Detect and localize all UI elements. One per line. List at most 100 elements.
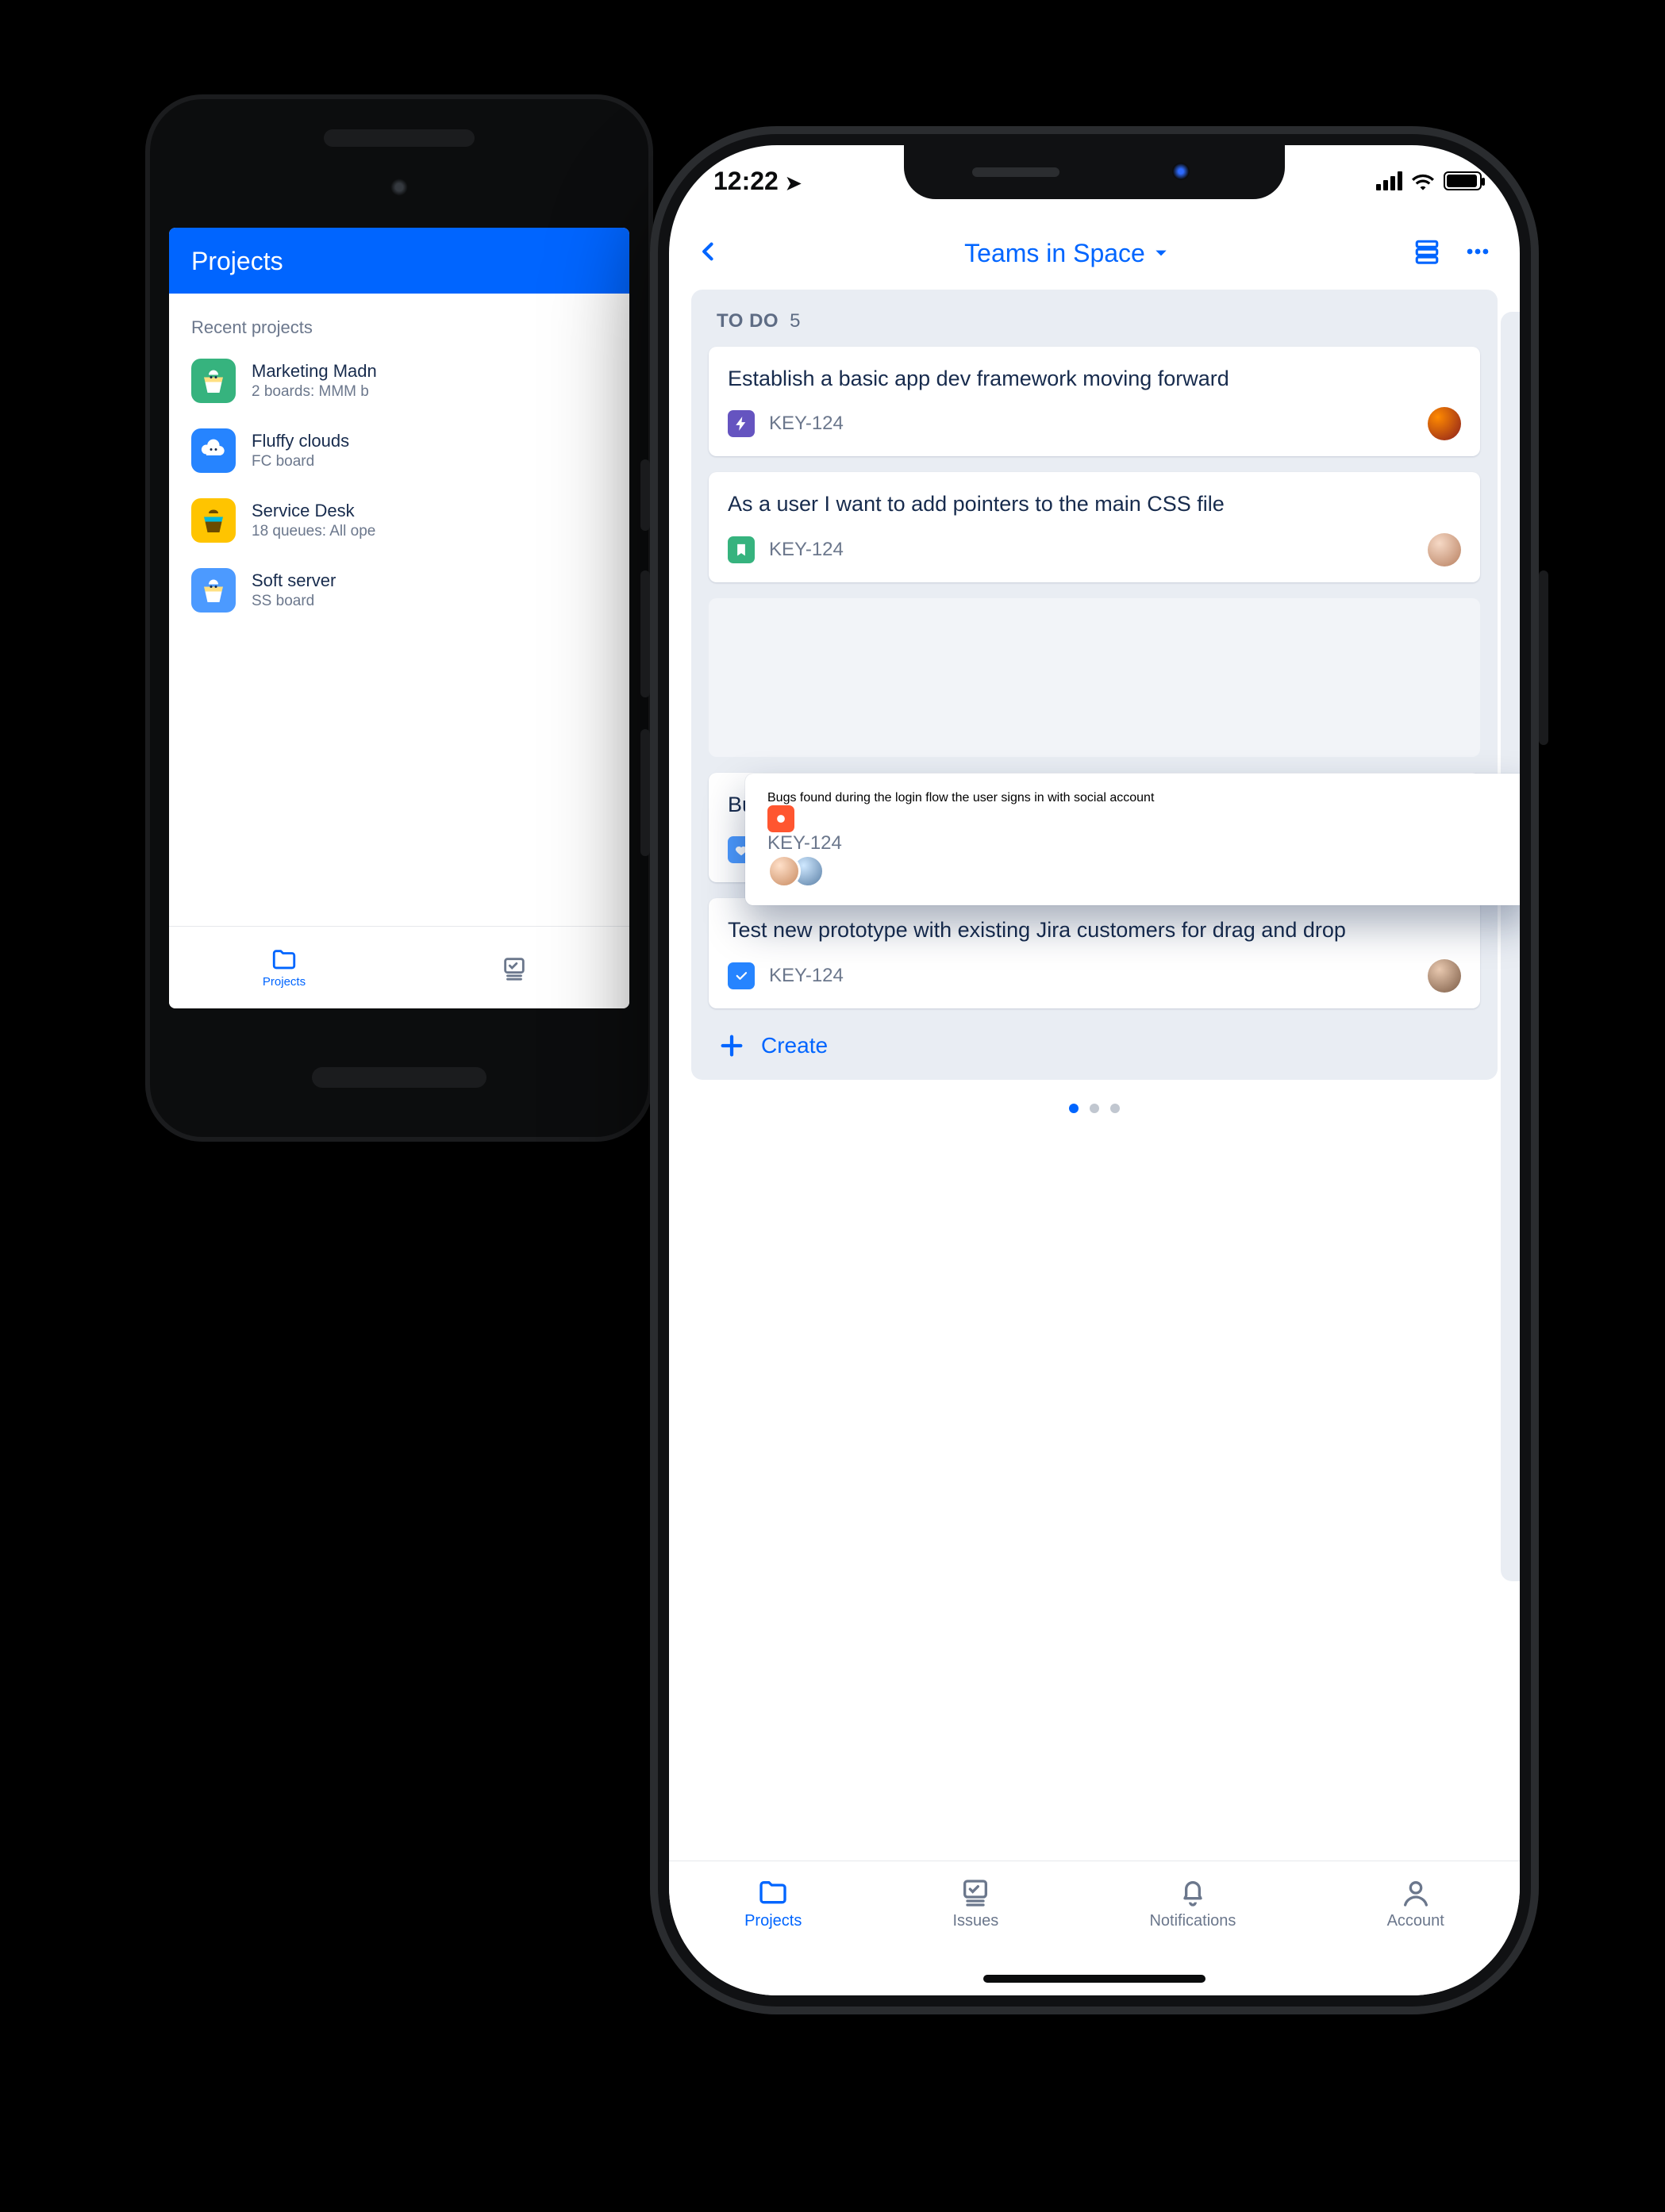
home-indicator[interactable] bbox=[983, 1975, 1205, 1983]
status-left: 12:22 ➤ bbox=[713, 167, 802, 196]
battery-icon bbox=[1444, 171, 1482, 190]
tab-issues[interactable]: Issues bbox=[953, 1877, 999, 1930]
issues-icon bbox=[959, 1877, 991, 1909]
iphone-screen: 12:22 ➤ Teams in Space bbox=[669, 145, 1520, 1995]
board-picker[interactable]: Teams in Space bbox=[964, 239, 1169, 268]
assignee-avatar bbox=[1428, 959, 1461, 993]
card-title: As a user I want to add pointers to the … bbox=[728, 490, 1461, 518]
more-button[interactable] bbox=[1464, 238, 1491, 269]
folder-icon bbox=[271, 947, 298, 974]
column-name: TO DO bbox=[717, 310, 779, 332]
project-subtitle: 2 boards: MMM b bbox=[252, 382, 377, 401]
project-subtitle: FC board bbox=[252, 452, 349, 471]
chevron-left-icon bbox=[698, 240, 720, 263]
plus-icon bbox=[718, 1032, 745, 1059]
board-title: Teams in Space bbox=[964, 239, 1145, 268]
android-tabbar: Projects bbox=[169, 926, 629, 1008]
board-view-button[interactable] bbox=[1413, 238, 1440, 269]
bell-icon bbox=[1177, 1877, 1209, 1909]
android-header-title: Projects bbox=[169, 228, 629, 294]
board-column-todo: TO DO 5 Establish a basic app dev framew… bbox=[691, 290, 1498, 1080]
location-icon: ➤ bbox=[786, 173, 802, 194]
assignee-avatar bbox=[1428, 533, 1461, 566]
project-row-softserver[interactable]: Soft server SS board bbox=[169, 555, 629, 625]
issue-key: KEY-124 bbox=[769, 965, 844, 987]
iphone-volume-down bbox=[640, 729, 650, 856]
issue-key: KEY-124 bbox=[767, 832, 1507, 854]
issue-card[interactable]: Establish a basic app dev framework movi… bbox=[709, 347, 1480, 456]
tab-label: Issues bbox=[953, 1912, 999, 1930]
project-title: Soft server bbox=[252, 570, 336, 592]
card-title: Bugs found during the login flow the use… bbox=[767, 791, 1507, 805]
iphone-volume-up bbox=[640, 570, 650, 697]
tab-projects[interactable]: Projects bbox=[744, 1877, 802, 1930]
project-text: Marketing Madn 2 boards: MMM b bbox=[252, 360, 377, 401]
android-phone-frame: Projects Recent projects Marketing Madn … bbox=[145, 94, 653, 1142]
stack-icon bbox=[1413, 238, 1440, 265]
tab-bar: Projects Issues Notifications Account bbox=[669, 1861, 1520, 1995]
create-label: Create bbox=[761, 1033, 828, 1058]
person-icon bbox=[1400, 1877, 1432, 1909]
epic-icon bbox=[728, 410, 755, 437]
tab-label: Projects bbox=[744, 1912, 802, 1930]
recent-projects-label: Recent projects bbox=[169, 294, 629, 346]
project-subtitle: SS board bbox=[252, 592, 336, 611]
project-row-marketing[interactable]: Marketing Madn 2 boards: MMM b bbox=[169, 346, 629, 416]
project-title: Fluffy clouds bbox=[252, 430, 349, 452]
column-count: 5 bbox=[790, 310, 801, 332]
project-row-fluffy[interactable]: Fluffy clouds FC board bbox=[169, 416, 629, 486]
project-icon bbox=[191, 568, 236, 613]
project-title: Service Desk bbox=[252, 500, 375, 522]
tab-notifications[interactable]: Notifications bbox=[1149, 1877, 1236, 1930]
issues-icon bbox=[501, 954, 528, 981]
project-icon bbox=[191, 498, 236, 543]
issue-key: KEY-124 bbox=[769, 413, 844, 435]
next-column-peek[interactable] bbox=[1501, 312, 1520, 1581]
issue-card-dragged[interactable]: Bugs found during the login flow the use… bbox=[745, 774, 1520, 905]
assignee-avatar bbox=[1428, 407, 1461, 440]
page-dot bbox=[1090, 1104, 1099, 1113]
bug-icon bbox=[767, 805, 794, 832]
project-title: Marketing Madn bbox=[252, 360, 377, 382]
issue-card[interactable]: Test new prototype with existing Jira cu… bbox=[709, 898, 1480, 1008]
back-button[interactable] bbox=[698, 240, 720, 267]
android-camera bbox=[390, 179, 408, 196]
android-tab-projects[interactable]: Projects bbox=[169, 947, 399, 989]
issue-key: KEY-124 bbox=[769, 539, 844, 561]
create-issue-button[interactable]: Create bbox=[706, 1024, 1483, 1062]
story-icon bbox=[728, 536, 755, 563]
project-text: Service Desk 18 queues: All ope bbox=[252, 500, 375, 540]
page-dot bbox=[1110, 1104, 1120, 1113]
iphone-mute-switch bbox=[640, 459, 650, 531]
page-indicator bbox=[691, 1104, 1498, 1113]
android-screen: Projects Recent projects Marketing Madn … bbox=[169, 228, 629, 1008]
assignee-avatar bbox=[767, 854, 801, 888]
nav-bar: Teams in Space bbox=[669, 217, 1520, 290]
task-icon bbox=[728, 962, 755, 989]
tab-label: Projects bbox=[263, 975, 306, 989]
project-icon bbox=[191, 359, 236, 403]
issue-card[interactable]: As a user I want to add pointers to the … bbox=[709, 472, 1480, 582]
wifi-icon bbox=[1412, 171, 1434, 190]
iphone-frame: 12:22 ➤ Teams in Space bbox=[650, 126, 1539, 2014]
status-right bbox=[1376, 171, 1482, 190]
more-horizontal-icon bbox=[1464, 238, 1491, 265]
caret-down-icon bbox=[1153, 245, 1169, 261]
tab-account[interactable]: Account bbox=[1387, 1877, 1444, 1930]
tab-label: Notifications bbox=[1149, 1912, 1236, 1930]
project-icon bbox=[191, 428, 236, 473]
card-title: Establish a basic app dev framework movi… bbox=[728, 364, 1461, 393]
project-row-servicedesk[interactable]: Service Desk 18 queues: All ope bbox=[169, 486, 629, 555]
iphone-notch bbox=[904, 145, 1285, 199]
tab-label: Account bbox=[1387, 1912, 1444, 1930]
page-dot-active bbox=[1069, 1104, 1079, 1113]
project-subtitle: 18 queues: All ope bbox=[252, 522, 375, 541]
folder-icon bbox=[757, 1877, 789, 1909]
project-text: Fluffy clouds FC board bbox=[252, 430, 349, 470]
iphone-side-button bbox=[1539, 570, 1548, 745]
card-title: Test new prototype with existing Jira cu… bbox=[728, 916, 1461, 944]
drop-placeholder bbox=[709, 598, 1480, 757]
project-text: Soft server SS board bbox=[252, 570, 336, 610]
cellular-icon bbox=[1376, 171, 1402, 190]
android-tab-issues[interactable] bbox=[399, 954, 629, 981]
